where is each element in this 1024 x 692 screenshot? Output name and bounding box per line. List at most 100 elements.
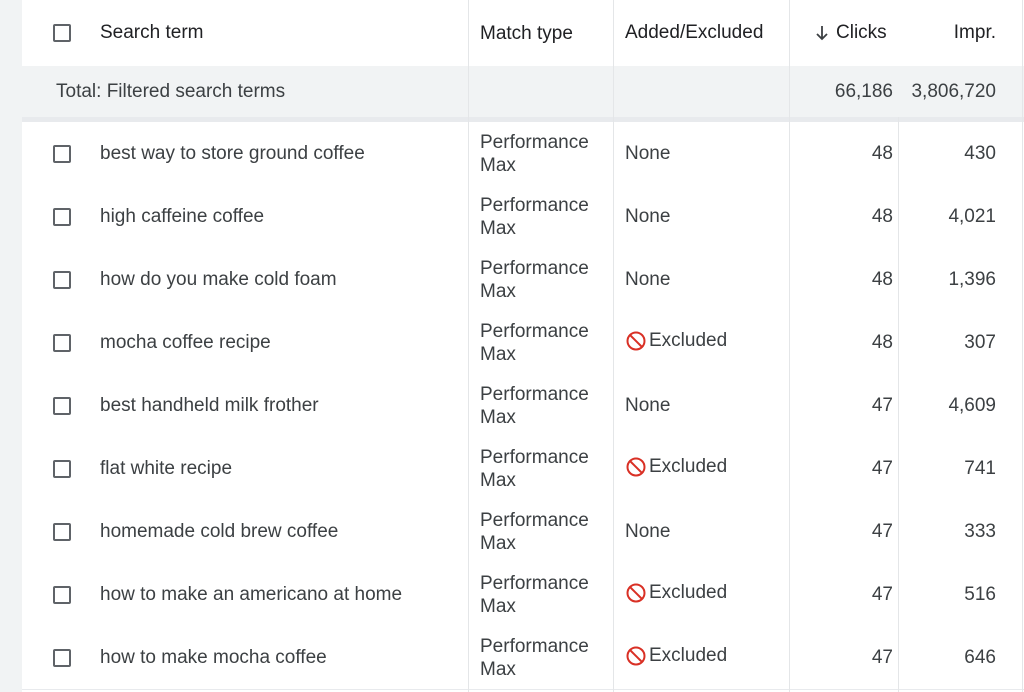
row-checkbox-cell: [50, 248, 74, 311]
select-all-checkbox[interactable]: [53, 24, 71, 42]
match-type-line1: Performance: [480, 257, 589, 279]
search-term-cell: how to make mocha coffee: [100, 646, 327, 668]
excluded-status: Excluded: [625, 330, 727, 352]
table-row: how to make an americano at home Perform…: [22, 563, 1024, 627]
status-text: Excluded: [649, 329, 728, 351]
total-label: Total: Filtered search terms: [56, 80, 286, 102]
row-checkbox[interactable]: [53, 648, 71, 667]
block-icon: [626, 457, 646, 476]
impr-cell: 4,609: [948, 394, 996, 416]
header-clicks[interactable]: Clicks: [790, 0, 893, 66]
match-type-cell: Performance Max: [480, 185, 615, 248]
match-type-cell: Performance Max: [480, 122, 615, 185]
added-excluded-cell: Excluded: [625, 311, 790, 374]
row-checkbox[interactable]: [53, 459, 71, 478]
match-type-line2: Max: [480, 595, 516, 617]
match-type-cell: Performance Max: [480, 248, 615, 311]
total-row: Total: Filtered search terms 66,186 3,80…: [22, 66, 1024, 117]
header-impr[interactable]: Impr.: [899, 0, 996, 66]
search-term-cell: how do you make cold foam: [100, 268, 337, 290]
column-divider: [1022, 0, 1023, 692]
impr-cell: 646: [964, 646, 996, 668]
clicks-cell: 48: [871, 205, 893, 227]
arrow-down-icon: [816, 26, 828, 41]
match-type-line2: Max: [480, 280, 516, 302]
row-checkbox[interactable]: [53, 522, 71, 541]
row-checkbox[interactable]: [53, 333, 71, 352]
status-text: None: [625, 268, 671, 290]
match-type-line2: Max: [480, 406, 516, 428]
clicks-cell: 47: [871, 646, 893, 668]
excluded-status: Excluded: [625, 582, 727, 604]
table-row: high caffeine coffee Performance Max Non…: [22, 185, 1024, 249]
search-term-cell: flat white recipe: [100, 457, 233, 479]
total-impr: 3,806,720: [911, 80, 996, 102]
added-excluded-cell: None: [625, 248, 790, 311]
block-icon: [626, 646, 646, 665]
row-checkbox-cell: [50, 122, 74, 185]
impr-cell: 741: [964, 457, 996, 479]
column-divider: [789, 0, 790, 692]
table-row: how to make mocha coffee Performance Max…: [22, 626, 1024, 690]
match-type-line1: Performance: [480, 383, 589, 405]
match-type-line1: Performance: [480, 509, 589, 531]
column-divider: [613, 0, 614, 692]
added-excluded-cell: None: [625, 122, 790, 185]
header-clicks-label: Clicks: [836, 22, 887, 43]
status-text: None: [625, 205, 671, 227]
block-icon: [626, 331, 646, 350]
match-type-line1: Performance: [480, 320, 589, 342]
header-match-type[interactable]: Match type: [480, 0, 615, 66]
impr-cell: 307: [964, 331, 996, 353]
search-term-cell: best way to store ground coffee: [100, 142, 365, 164]
added-excluded-cell: Excluded: [625, 437, 790, 500]
added-excluded-cell: None: [625, 185, 790, 248]
match-type-line2: Max: [480, 217, 516, 239]
match-type-line1: Performance: [480, 572, 589, 594]
match-type-line2: Max: [480, 343, 516, 365]
search-term-cell: mocha coffee recipe: [100, 331, 271, 353]
row-checkbox-cell: [50, 374, 74, 437]
row-checkbox[interactable]: [53, 585, 71, 604]
added-excluded-cell: Excluded: [625, 563, 790, 626]
search-term-cell: high caffeine coffee: [100, 205, 265, 227]
table-row: best handheld milk frother Performance M…: [22, 374, 1024, 438]
select-all-cell: [50, 0, 74, 66]
clicks-cell: 47: [871, 394, 893, 416]
match-type-line1: Performance: [480, 131, 589, 153]
table-row: best way to store ground coffee Performa…: [22, 122, 1024, 186]
search-term-cell: homemade cold brew coffee: [100, 520, 339, 542]
search-term-cell: how to make an americano at home: [100, 583, 403, 605]
table-row: mocha coffee recipe Performance Max Excl…: [22, 311, 1024, 375]
match-type-cell: Performance Max: [480, 500, 615, 563]
row-checkbox-cell: [50, 563, 74, 626]
match-type-cell: Performance Max: [480, 563, 615, 626]
impr-cell: 4,021: [948, 205, 996, 227]
row-checkbox[interactable]: [53, 270, 71, 289]
excluded-status: Excluded: [625, 456, 727, 478]
excluded-status: Excluded: [625, 645, 727, 667]
left-gutter: [0, 0, 22, 692]
match-type-line2: Max: [480, 154, 516, 176]
search-terms-table: Search term Match type Added/Excluded Cl…: [22, 0, 1024, 692]
total-clicks: 66,186: [834, 80, 893, 102]
row-checkbox[interactable]: [53, 144, 71, 163]
clicks-cell: 47: [871, 457, 893, 479]
impr-cell: 1,396: [948, 268, 996, 290]
header-search-term[interactable]: Search term: [100, 0, 468, 66]
table-row: how do you make cold foam Performance Ma…: [22, 248, 1024, 312]
row-checkbox[interactable]: [53, 396, 71, 415]
status-text: Excluded: [649, 581, 728, 603]
header-added-excluded[interactable]: Added/Excluded: [625, 0, 790, 66]
search-terms-page: Search term Match type Added/Excluded Cl…: [0, 0, 1024, 692]
row-checkbox[interactable]: [53, 207, 71, 226]
added-excluded-cell: None: [625, 374, 790, 437]
table-row: flat white recipe Performance Max Exclud…: [22, 437, 1024, 501]
clicks-cell: 48: [871, 268, 893, 290]
match-type-cell: Performance Max: [480, 626, 615, 689]
added-excluded-cell: None: [625, 500, 790, 563]
row-checkbox-cell: [50, 437, 74, 500]
match-type-line1: Performance: [480, 635, 589, 657]
block-icon: [626, 583, 646, 602]
row-checkbox-cell: [50, 311, 74, 374]
